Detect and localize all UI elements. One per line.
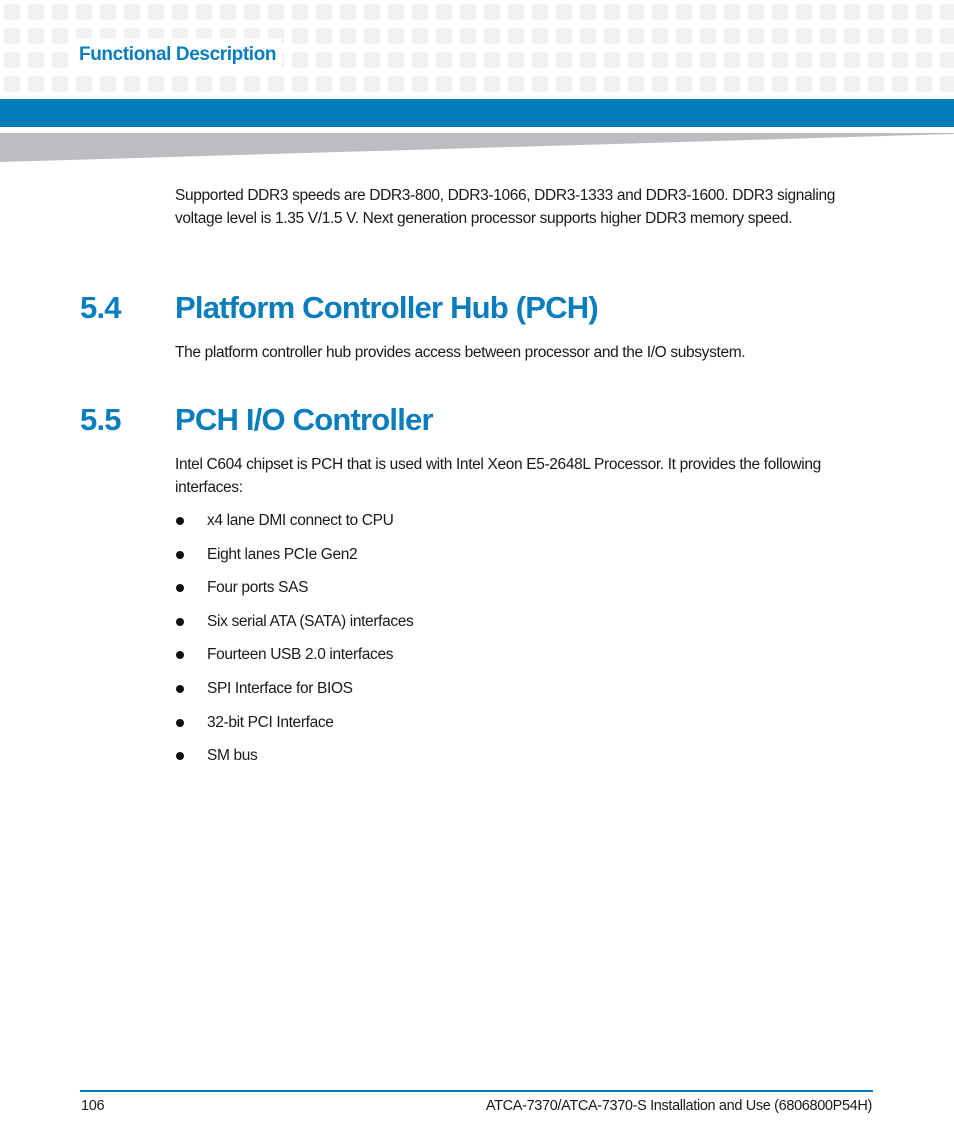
list-item: SM bus (175, 743, 413, 777)
list-item-text: Six serial ATA (SATA) interfaces (207, 612, 414, 630)
list-item: Fourteen USB 2.0 interfaces (175, 642, 413, 676)
list-item: Six serial ATA (SATA) interfaces (175, 609, 414, 643)
list-item-text: SM bus (207, 747, 258, 765)
bullet-icon (176, 752, 184, 761)
document-title: ATCA-7370/ATCA-7370-S Installation and U… (485, 1098, 872, 1114)
list-item: Eight lanes PCIe Gen2 (175, 542, 413, 576)
page-number: 106 (81, 1098, 105, 1114)
bullet-icon (176, 550, 184, 559)
list-item-text: 32-bit PCI Interface (207, 713, 334, 731)
list-item: SPI Interface for BIOS (175, 676, 413, 710)
bullet-icon (176, 651, 184, 660)
interfaces-list: x4 lane DMI connect to CPU Eight lanes P… (175, 508, 414, 777)
section-number: 5.5 (80, 402, 122, 437)
list-item-text: Fourteen USB 2.0 interfaces (207, 646, 394, 664)
list-item-text: Four ports SAS (207, 579, 309, 597)
bullet-icon (176, 617, 184, 626)
list-item-text: Eight lanes PCIe Gen2 (207, 545, 358, 563)
header-grey-wedge (0, 133, 954, 162)
running-header-title: Functional Description (79, 44, 277, 65)
list-item: x4 lane DMI connect to CPU (175, 508, 413, 542)
section-heading-5-4: 5.4 Platform Controller Hub (PCH) (80, 288, 599, 328)
list-item: Four ports SAS (175, 575, 413, 609)
bullet-icon (176, 684, 184, 693)
list-item: 32-bit PCI Interface (175, 710, 413, 744)
bullet-icon (176, 517, 184, 525)
bullet-icon (176, 718, 184, 727)
section-title: PCH I/O Controller (175, 402, 434, 437)
header-blue-bar (0, 99, 954, 127)
list-item-text: x4 lane DMI connect to CPU (207, 512, 394, 529)
section-5-4-body: The platform controller hub provides acc… (175, 344, 746, 361)
running-header: Functional Description (76, 38, 283, 72)
bullet-icon (176, 584, 184, 593)
intro-paragraph: Supported DDR3 speeds are DDR3-800, DDR3… (175, 187, 835, 227)
footer-divider (80, 1090, 873, 1092)
list-item-text: SPI Interface for BIOS (207, 679, 353, 697)
section-number: 5.4 (80, 290, 122, 325)
section-heading-5-5: 5.5 PCH I/O Controller (80, 400, 434, 440)
section-title: Platform Controller Hub (PCH) (175, 290, 599, 325)
section-5-5-body: Intel C604 chipset is PCH that is used w… (175, 456, 821, 496)
